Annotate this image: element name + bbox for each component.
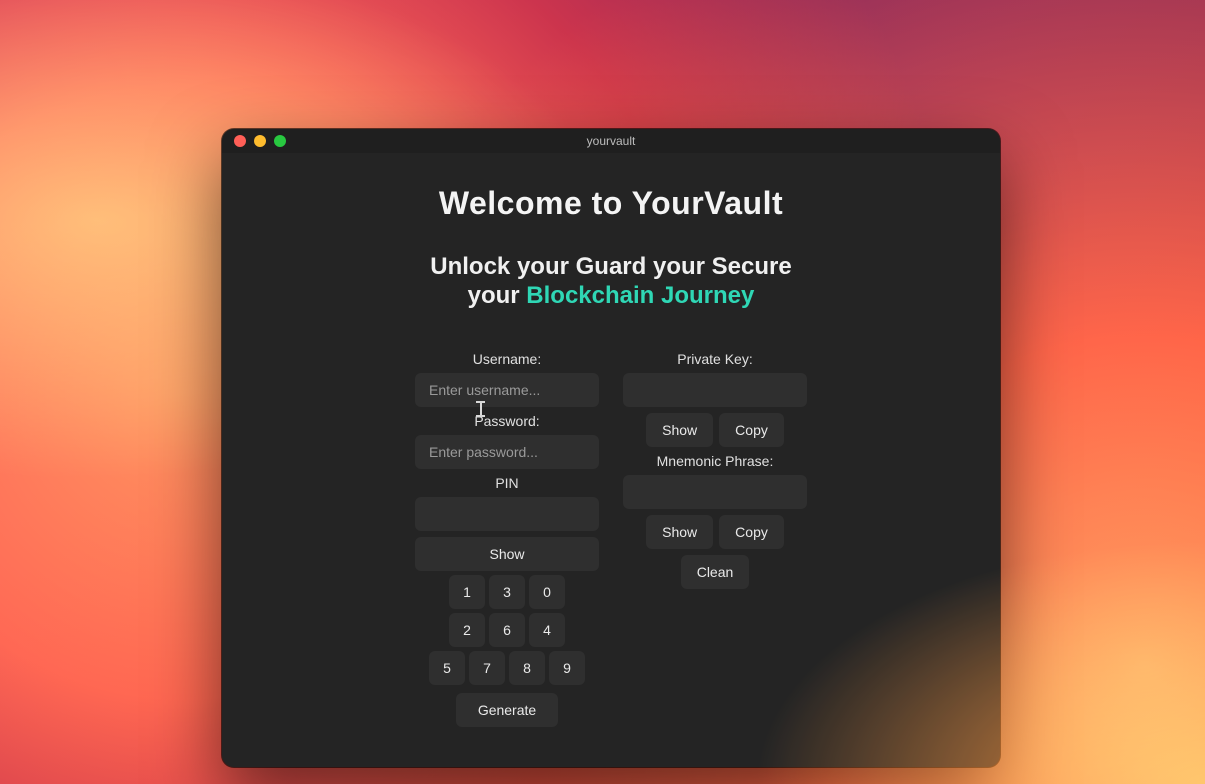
- desktop-wallpaper: yourvault Welcome to YourVault Unlock yo…: [0, 0, 1205, 784]
- page-title: Welcome to YourVault: [262, 185, 960, 222]
- private-key-output: [623, 373, 807, 407]
- tagline-part1: Unlock your: [430, 253, 575, 280]
- keypad-row-1: 1 3 0: [449, 575, 565, 609]
- keypad-key[interactable]: 5: [429, 651, 465, 685]
- keypad-row-2: 2 6 4: [449, 613, 565, 647]
- private-key-copy-button[interactable]: Copy: [719, 413, 784, 447]
- tagline-accent: Blockchain Journey: [526, 282, 754, 309]
- tagline-part2: Guard your: [576, 253, 712, 280]
- pin-keypad: 1 3 0 2 6 4 5 7 8 9: [429, 575, 585, 727]
- left-column: Username: Password: PIN Show 1 3 0: [415, 351, 599, 727]
- generate-button[interactable]: Generate: [456, 693, 558, 727]
- mnemonic-label: Mnemonic Phrase:: [657, 453, 774, 469]
- titlebar: yourvault: [222, 129, 1000, 153]
- keypad-key[interactable]: 7: [469, 651, 505, 685]
- keypad-key[interactable]: 6: [489, 613, 525, 647]
- username-label: Username:: [473, 351, 541, 367]
- app-window: yourvault Welcome to YourVault Unlock yo…: [222, 129, 1000, 767]
- window-content: Welcome to YourVault Unlock your Guard y…: [222, 153, 1000, 757]
- pin-show-button[interactable]: Show: [415, 537, 599, 571]
- keypad-key[interactable]: 2: [449, 613, 485, 647]
- pin-label: PIN: [495, 475, 518, 491]
- username-input[interactable]: [415, 373, 599, 407]
- keypad-key[interactable]: 0: [529, 575, 565, 609]
- mnemonic-output: [623, 475, 807, 509]
- private-key-label: Private Key:: [677, 351, 752, 367]
- window-title: yourvault: [222, 134, 1000, 148]
- password-input[interactable]: [415, 435, 599, 469]
- keypad-key[interactable]: 1: [449, 575, 485, 609]
- keypad-key[interactable]: 4: [529, 613, 565, 647]
- password-label: Password:: [474, 413, 539, 429]
- mnemonic-copy-button[interactable]: Copy: [719, 515, 784, 549]
- tagline: Unlock your Guard your Secure your Block…: [426, 252, 796, 311]
- clean-button[interactable]: Clean: [681, 555, 750, 589]
- keypad-key[interactable]: 9: [549, 651, 585, 685]
- keypad-key[interactable]: 3: [489, 575, 525, 609]
- pin-input[interactable]: [415, 497, 599, 531]
- right-column: Private Key: Show Copy Mnemonic Phrase: …: [623, 351, 807, 727]
- private-key-show-button[interactable]: Show: [646, 413, 713, 447]
- keypad-row-3: 5 7 8 9: [429, 651, 585, 685]
- mnemonic-show-button[interactable]: Show: [646, 515, 713, 549]
- keypad-key[interactable]: 8: [509, 651, 545, 685]
